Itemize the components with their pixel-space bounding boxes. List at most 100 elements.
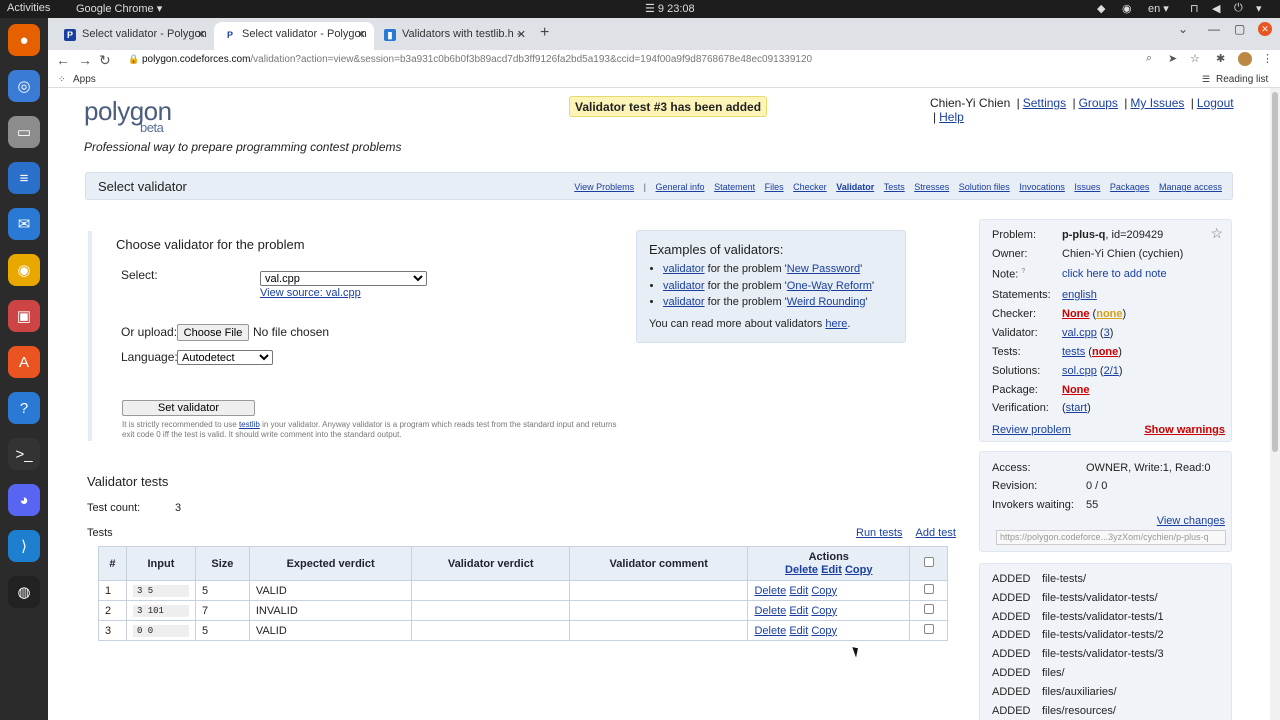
note-help-icon[interactable]: ?	[1021, 268, 1025, 275]
example-validator-link[interactable]: validator	[663, 263, 705, 275]
nav-solution-files[interactable]: Solution files	[959, 182, 1010, 192]
nav-manage-access[interactable]: Manage access	[1159, 182, 1222, 192]
copy-link[interactable]: Copy	[811, 625, 837, 637]
verification-start-link[interactable]: start	[1066, 402, 1087, 414]
example-problem-link[interactable]: One-Way Reform	[787, 280, 872, 292]
close-icon[interactable]: ✕	[517, 28, 526, 41]
profile-avatar[interactable]	[1238, 52, 1252, 66]
settings-link[interactable]: Settings	[1023, 96, 1066, 110]
discord-icon[interactable]: ◕	[8, 484, 40, 516]
zoom-icon[interactable]: ⌕	[1146, 52, 1152, 65]
nav-view-problems[interactable]: View Problems	[574, 182, 634, 192]
system-menu-icon[interactable]: ▾	[1256, 2, 1262, 15]
copy-link[interactable]: Copy	[811, 605, 837, 617]
obs-icon[interactable]: ◍	[8, 576, 40, 608]
help-icon[interactable]: ?	[8, 392, 40, 424]
testlib-link[interactable]: testlib	[239, 420, 260, 429]
apps-bookmark[interactable]: Apps	[73, 74, 96, 85]
tab-2-active[interactable]: P Select validator - Polygon ✕	[214, 22, 374, 50]
apps-icon[interactable]: ⁘	[58, 74, 66, 85]
nav-packages[interactable]: Packages	[1110, 182, 1150, 192]
new-tab-icon[interactable]: +	[540, 24, 549, 42]
checker-link[interactable]: None	[1062, 308, 1090, 320]
checker-sub-link[interactable]: none	[1096, 308, 1122, 320]
copy-all-link[interactable]: Copy	[845, 564, 873, 576]
edit-link[interactable]: Edit	[789, 625, 808, 637]
reload-icon[interactable]: ↻	[99, 52, 111, 69]
vscode-icon[interactable]: ⟩	[8, 530, 40, 562]
writer-icon[interactable]: ≡	[8, 162, 40, 194]
package-link[interactable]: None	[1062, 384, 1090, 396]
favorite-star-icon[interactable]: ☆	[1210, 225, 1223, 242]
groups-link[interactable]: Groups	[1079, 96, 1118, 110]
add-test-link[interactable]: Add test	[916, 527, 956, 539]
page-scrollbar[interactable]	[1270, 88, 1280, 720]
view-source-link[interactable]: View source: val.cpp	[260, 287, 361, 299]
reading-list-button[interactable]: Reading list	[1216, 74, 1268, 85]
statements-link[interactable]: english	[1062, 289, 1097, 301]
help-link[interactable]: Help	[939, 110, 964, 124]
set-validator-button[interactable]: Set validator	[122, 400, 255, 416]
language-indicator[interactable]: en ▾	[1148, 2, 1169, 15]
reading-list-icon[interactable]: ☰	[1202, 74, 1210, 85]
rhythmbox-icon[interactable]: ◉	[8, 254, 40, 286]
close-icon[interactable]: ✕	[357, 28, 366, 41]
select-all-checkbox[interactable]	[923, 557, 934, 567]
nav-checker[interactable]: Checker	[793, 182, 827, 192]
power-icon[interactable]: ⏻	[1234, 2, 1243, 15]
close-icon[interactable]: ✕	[197, 28, 206, 41]
minimize-icon[interactable]: —	[1208, 22, 1220, 36]
choose-file-button[interactable]: Choose File	[177, 324, 249, 341]
edit-link[interactable]: Edit	[789, 605, 808, 617]
example-validator-link[interactable]: validator	[663, 296, 705, 308]
nav-statement[interactable]: Statement	[714, 182, 755, 192]
validator-count-link[interactable]: 3	[1104, 327, 1110, 339]
tests-sub-link[interactable]: none	[1092, 346, 1118, 358]
edit-link[interactable]: Edit	[789, 585, 808, 597]
scrollbar-thumb[interactable]	[1272, 92, 1278, 452]
tab-search-icon[interactable]: ⌄	[1178, 22, 1188, 36]
forward-icon[interactable]: →	[78, 52, 92, 68]
row-checkbox[interactable]	[923, 584, 934, 594]
repo-url-field[interactable]: https://polygon.codeforce...3yzXom/cychi…	[996, 530, 1226, 545]
delete-link[interactable]: Delete	[754, 625, 786, 637]
clock[interactable]: ☰ 9 23:08	[645, 2, 695, 15]
view-changes-link[interactable]: View changes	[1157, 515, 1225, 527]
delete-all-link[interactable]: Delete	[785, 564, 818, 576]
nav-files[interactable]: Files	[765, 182, 784, 192]
row-checkbox[interactable]	[923, 624, 934, 634]
firefox-icon[interactable]: ●	[8, 24, 40, 56]
run-tests-link[interactable]: Run tests	[856, 527, 902, 539]
nav-general-info[interactable]: General info	[656, 182, 705, 192]
volume-icon[interactable]: ◀	[1212, 2, 1220, 15]
nav-validator[interactable]: Validator	[836, 182, 874, 192]
show-warnings-link[interactable]: Show warnings	[1144, 424, 1225, 436]
image-viewer-icon[interactable]: ▣	[8, 300, 40, 332]
files-icon[interactable]: ▭	[8, 116, 40, 148]
send-icon[interactable]: ➤	[1168, 52, 1177, 65]
back-icon[interactable]: ←	[56, 52, 70, 68]
edit-all-link[interactable]: Edit	[821, 564, 842, 576]
row-checkbox[interactable]	[923, 604, 934, 614]
copy-link[interactable]: Copy	[811, 585, 837, 597]
solutions-link[interactable]: sol.cpp	[1062, 365, 1097, 377]
terminal-icon[interactable]: >_	[8, 438, 40, 470]
software-icon[interactable]: A	[8, 346, 40, 378]
example-validator-link[interactable]: validator	[663, 280, 705, 292]
address-bar[interactable]: 🔒 polygon.codeforces.com/validation?acti…	[124, 51, 1200, 70]
nav-issues[interactable]: Issues	[1074, 182, 1100, 192]
example-problem-link[interactable]: New Password	[787, 263, 860, 275]
app-menu[interactable]: Google Chrome ▾	[76, 2, 162, 15]
delete-link[interactable]: Delete	[754, 585, 786, 597]
nav-tests[interactable]: Tests	[884, 182, 905, 192]
nav-invocations[interactable]: Invocations	[1019, 182, 1065, 192]
extensions-icon[interactable]: ✱	[1216, 52, 1225, 65]
language-select[interactable]: Autodetect	[177, 350, 273, 365]
validator-select[interactable]: val.cpp	[260, 271, 427, 286]
review-problem-link[interactable]: Review problem	[992, 424, 1071, 436]
thunderbird-icon[interactable]: ✉	[8, 208, 40, 240]
chrome-icon[interactable]: ◎	[8, 70, 40, 102]
bookmark-star-icon[interactable]: ☆	[1190, 52, 1200, 65]
solutions-sub-link[interactable]: 2/1	[1104, 365, 1119, 377]
close-window-icon[interactable]: ✕	[1258, 22, 1272, 36]
